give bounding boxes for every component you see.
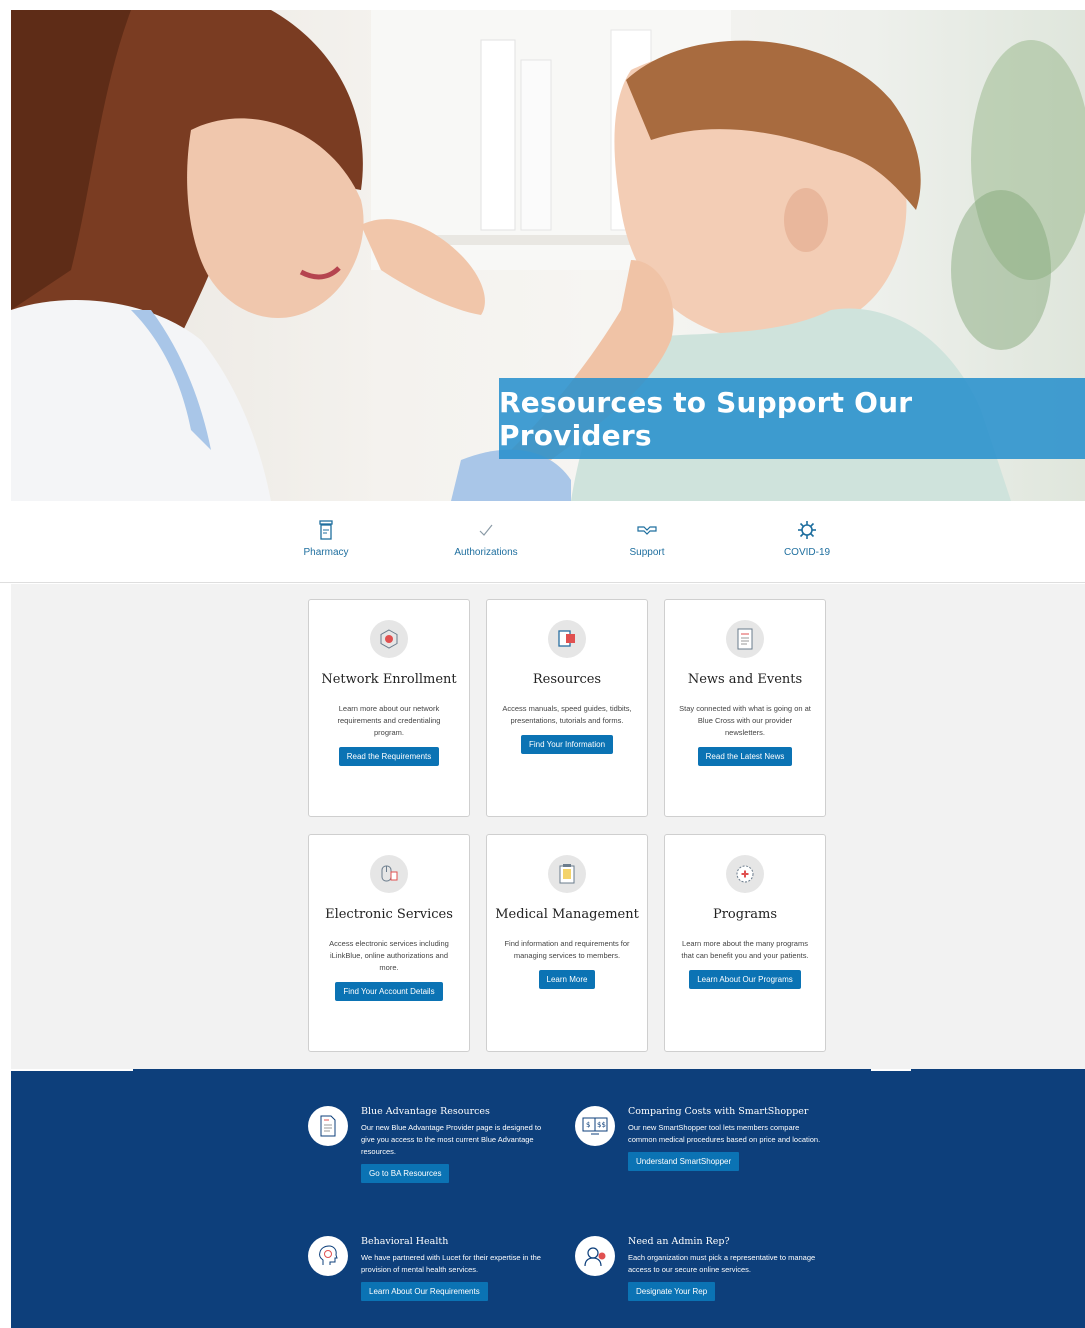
quick-nav-covid[interactable]: COVID-19 <box>747 519 867 558</box>
quick-nav-label: Support <box>629 547 665 558</box>
card-news-events: News and Events Stay connected with what… <box>664 599 826 817</box>
pharmacy-bottle-icon <box>266 519 386 541</box>
card-medical-management: Medical Management Find information and … <box>486 834 648 1052</box>
quick-nav-authorizations[interactable]: Authorizations <box>426 519 546 558</box>
price-compare-icon: $ $$ <box>575 1106 615 1146</box>
newsletter-icon <box>726 620 764 658</box>
promo-title: Behavioral Health <box>361 1236 449 1247</box>
card-resources: Resources Access manuals, speed guides, … <box>486 599 648 817</box>
read-news-button[interactable]: Read the Latest News <box>697 747 793 766</box>
page: Resources to Support Our Providers Pharm… <box>0 0 1085 1328</box>
promo-text: Our new Blue Advantage Provider page is … <box>361 1123 542 1156</box>
handshake-icon <box>587 519 707 541</box>
quick-nav-label: COVID-19 <box>783 547 831 558</box>
hero-section: Resources to Support Our Providers <box>11 10 1085 501</box>
hero-banner: Resources to Support Our Providers <box>499 378 1085 459</box>
promo-text: Our new SmartShopper tool lets members c… <box>628 1123 821 1144</box>
book-icon <box>548 620 586 658</box>
checkmark-icon <box>426 519 546 541</box>
learn-more-button[interactable]: Learn More <box>538 970 596 989</box>
promo-section: Blue Advantage Resources Our new Blue Ad… <box>11 1069 1085 1328</box>
head-heart-icon <box>308 1236 348 1276</box>
learn-programs-button[interactable]: Learn About Our Programs <box>689 970 801 989</box>
designate-rep-button[interactable]: Designate Your Rep <box>628 1282 716 1301</box>
card-text: Stay connected with what is going on at … <box>679 704 811 737</box>
card-text: Access manuals, speed guides, tidbits, p… <box>502 704 632 725</box>
ba-resources-button[interactable]: Go to BA Resources <box>361 1164 450 1183</box>
card-electronic-services: Electronic Services Access electronic se… <box>308 834 470 1052</box>
divider <box>11 1069 133 1071</box>
understand-smartshopper-button[interactable]: Understand SmartShopper <box>628 1152 740 1171</box>
find-information-button[interactable]: Find Your Information <box>520 735 614 754</box>
card-text: Find information and requirements for ma… <box>504 939 630 960</box>
card-text: Learn more about the many programs that … <box>681 939 809 960</box>
cards-section: Network Enrollment Learn more about our … <box>11 584 1085 1069</box>
quick-nav-label: Pharmacy <box>303 547 349 558</box>
promo-text: We have partnered with Lucet for their e… <box>361 1253 541 1274</box>
medical-badge-icon <box>726 855 764 893</box>
promo-title: Need an Admin Rep? <box>628 1236 730 1247</box>
clipboard-icon <box>548 855 586 893</box>
hero-title: Resources to Support Our Providers <box>499 385 913 452</box>
card-title: News and Events <box>687 672 803 687</box>
quick-nav-support[interactable]: Support <box>587 519 707 558</box>
network-icon <box>370 620 408 658</box>
card-title: Electronic Services <box>325 907 453 922</box>
card-title: Programs <box>712 907 778 922</box>
document-icon <box>308 1106 348 1146</box>
promo-text: Each organization must pick a representa… <box>628 1253 816 1274</box>
admin-person-icon <box>575 1236 615 1276</box>
card-title: Network Enrollment <box>321 672 457 687</box>
divider <box>871 1069 911 1071</box>
find-account-button[interactable]: Find Your Account Details <box>335 982 443 1001</box>
promo-title: Blue Advantage Resources <box>361 1106 490 1117</box>
quick-nav: Pharmacy Authorizations Support COVID-19 <box>0 501 1085 583</box>
mouse-icon <box>370 855 408 893</box>
quick-nav-label: Authorizations <box>454 547 518 558</box>
svg-text:$: $ <box>586 1121 590 1129</box>
read-requirements-button[interactable]: Read the Requirements <box>338 747 440 766</box>
learn-requirements-button[interactable]: Learn About Our Requirements <box>361 1282 488 1301</box>
card-programs: Programs Learn more about the many progr… <box>664 834 826 1052</box>
card-text: Access electronic services including iLi… <box>329 939 449 972</box>
svg-text:$$: $$ <box>597 1121 606 1129</box>
card-title: Medical Management <box>495 907 639 922</box>
card-text: Learn more about our network requirement… <box>337 704 441 737</box>
promo-title: Comparing Costs with SmartShopper <box>628 1106 809 1117</box>
card-title: Resources <box>532 672 602 687</box>
quick-nav-pharmacy[interactable]: Pharmacy <box>266 519 386 558</box>
virus-icon <box>747 519 867 541</box>
card-network-enrollment: Network Enrollment Learn more about our … <box>308 599 470 817</box>
